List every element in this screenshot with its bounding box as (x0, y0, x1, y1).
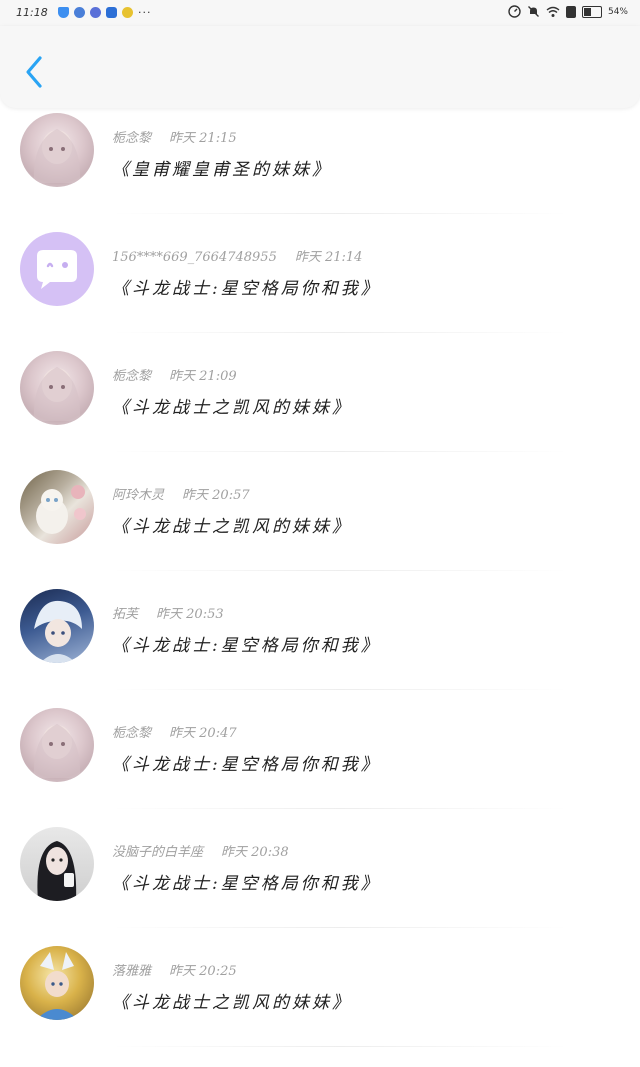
list-item[interactable]: 落雅雅 昨天 20:25 《斗龙战士之凯风的妹妹》 (0, 928, 640, 1047)
comment-time: 昨天 20:53 (156, 607, 224, 622)
app-icon (90, 7, 101, 18)
comment-text[interactable]: 《斗龙战士之凯风的妹妹》 (112, 988, 352, 1013)
list-item[interactable]: 阿玲木灵 昨天 20:57 《斗龙战士之凯风的妹妹》 (0, 452, 640, 571)
notification-icons: ··· (58, 6, 152, 19)
emoji-icon (122, 7, 133, 18)
battery-icon (581, 5, 602, 18)
comment-text[interactable]: 《斗龙战士:星空格局你和我》 (112, 631, 381, 656)
comment-meta: 栀念黎 昨天 20:47 (112, 722, 237, 741)
list-item[interactable]: 拓芙 昨天 20:53 《斗龙战士:星空格局你和我》 (0, 571, 640, 690)
user-name[interactable]: 156****669_7664748955 (112, 250, 277, 265)
comment-text[interactable]: 《斗龙战士:星空格局你和我》 (112, 869, 381, 894)
comment-time: 昨天 21:15 (169, 131, 237, 146)
user-name[interactable]: 没脑子的白羊座 (112, 845, 203, 860)
avatar[interactable] (20, 232, 94, 306)
comment-time: 昨天 20:38 (221, 845, 289, 860)
comment-list: 栀念黎 昨天 21:15 《皇甫耀皇甫圣的妹妹》 156****669_76647… (0, 95, 640, 1047)
more-icon: ··· (138, 6, 152, 19)
comment-time: 昨天 21:14 (294, 250, 363, 265)
list-item[interactable]: 没脑子的白羊座 昨天 20:38 《斗龙战士:星空格局你和我》 (0, 809, 640, 928)
comment-text[interactable]: 《斗龙战士:星空格局你和我》 (112, 274, 381, 299)
battery-level: 54% (607, 6, 628, 17)
comment-meta: 阿玲木灵 昨天 20:57 (112, 484, 250, 503)
comment-text[interactable]: 《斗龙战士:星空格局你和我》 (112, 750, 381, 775)
speed-icon (508, 5, 521, 18)
comment-meta: 落雅雅 昨天 20:25 (112, 960, 237, 979)
comment-meta: 没脑子的白羊座 昨天 20:38 (112, 841, 289, 860)
user-name[interactable]: 阿玲木灵 (112, 488, 164, 503)
list-item[interactable]: 栀念黎 昨天 21:15 《皇甫耀皇甫圣的妹妹》 (0, 95, 640, 214)
status-time: 11:18 (16, 6, 48, 19)
comment-time: 昨天 20:57 (182, 488, 250, 503)
comment-meta: 栀念黎 昨天 21:15 (112, 127, 237, 146)
list-item[interactable]: 栀念黎 昨天 20:47 《斗龙战士:星空格局你和我》 (0, 690, 640, 809)
lock-icon (106, 7, 117, 18)
comment-time: 昨天 20:25 (169, 964, 237, 979)
back-button[interactable] (20, 52, 48, 92)
divider (110, 1046, 570, 1047)
chat-bubble-icon (37, 250, 77, 289)
chevron-left-icon (26, 56, 42, 88)
user-name[interactable]: 落雅雅 (112, 964, 151, 979)
user-name[interactable]: 拓芙 (112, 607, 138, 622)
avatar[interactable] (20, 351, 94, 425)
list-item[interactable]: 栀念黎 昨天 21:09 《斗龙战士之凯风的妹妹》 (0, 333, 640, 452)
comment-text[interactable]: 《皇甫耀皇甫圣的妹妹》 (112, 155, 332, 180)
comment-text[interactable]: 《斗龙战士之凯风的妹妹》 (112, 512, 352, 537)
avatar[interactable] (20, 708, 94, 782)
comment-meta: 156****669_7664748955 昨天 21:14 (112, 246, 362, 265)
shield-icon (58, 7, 69, 18)
user-name[interactable]: 栀念黎 (112, 369, 151, 384)
user-name[interactable]: 栀念黎 (112, 131, 151, 146)
alert-icon (565, 5, 576, 18)
wifi-icon (546, 6, 560, 17)
avatar[interactable] (20, 827, 94, 901)
avatar[interactable] (20, 589, 94, 663)
avatar[interactable] (20, 946, 94, 1020)
system-icons: 54% (508, 5, 628, 18)
comment-text[interactable]: 《斗龙战士之凯风的妹妹》 (112, 393, 352, 418)
comment-meta: 拓芙 昨天 20:53 (112, 603, 224, 622)
comment-meta: 栀念黎 昨天 21:09 (112, 365, 237, 384)
user-name[interactable]: 栀念黎 (112, 726, 151, 741)
top-bar (0, 26, 640, 108)
mute-bell-icon (528, 6, 539, 17)
globe-icon (74, 7, 85, 18)
comment-time: 昨天 21:09 (169, 369, 237, 384)
avatar[interactable] (20, 113, 94, 187)
avatar[interactable] (20, 470, 94, 544)
comment-time: 昨天 20:47 (169, 726, 237, 741)
status-bar: 11:18 ··· 54% (0, 0, 640, 26)
list-item[interactable]: 156****669_7664748955 昨天 21:14 《斗龙战士:星空格局… (0, 214, 640, 333)
